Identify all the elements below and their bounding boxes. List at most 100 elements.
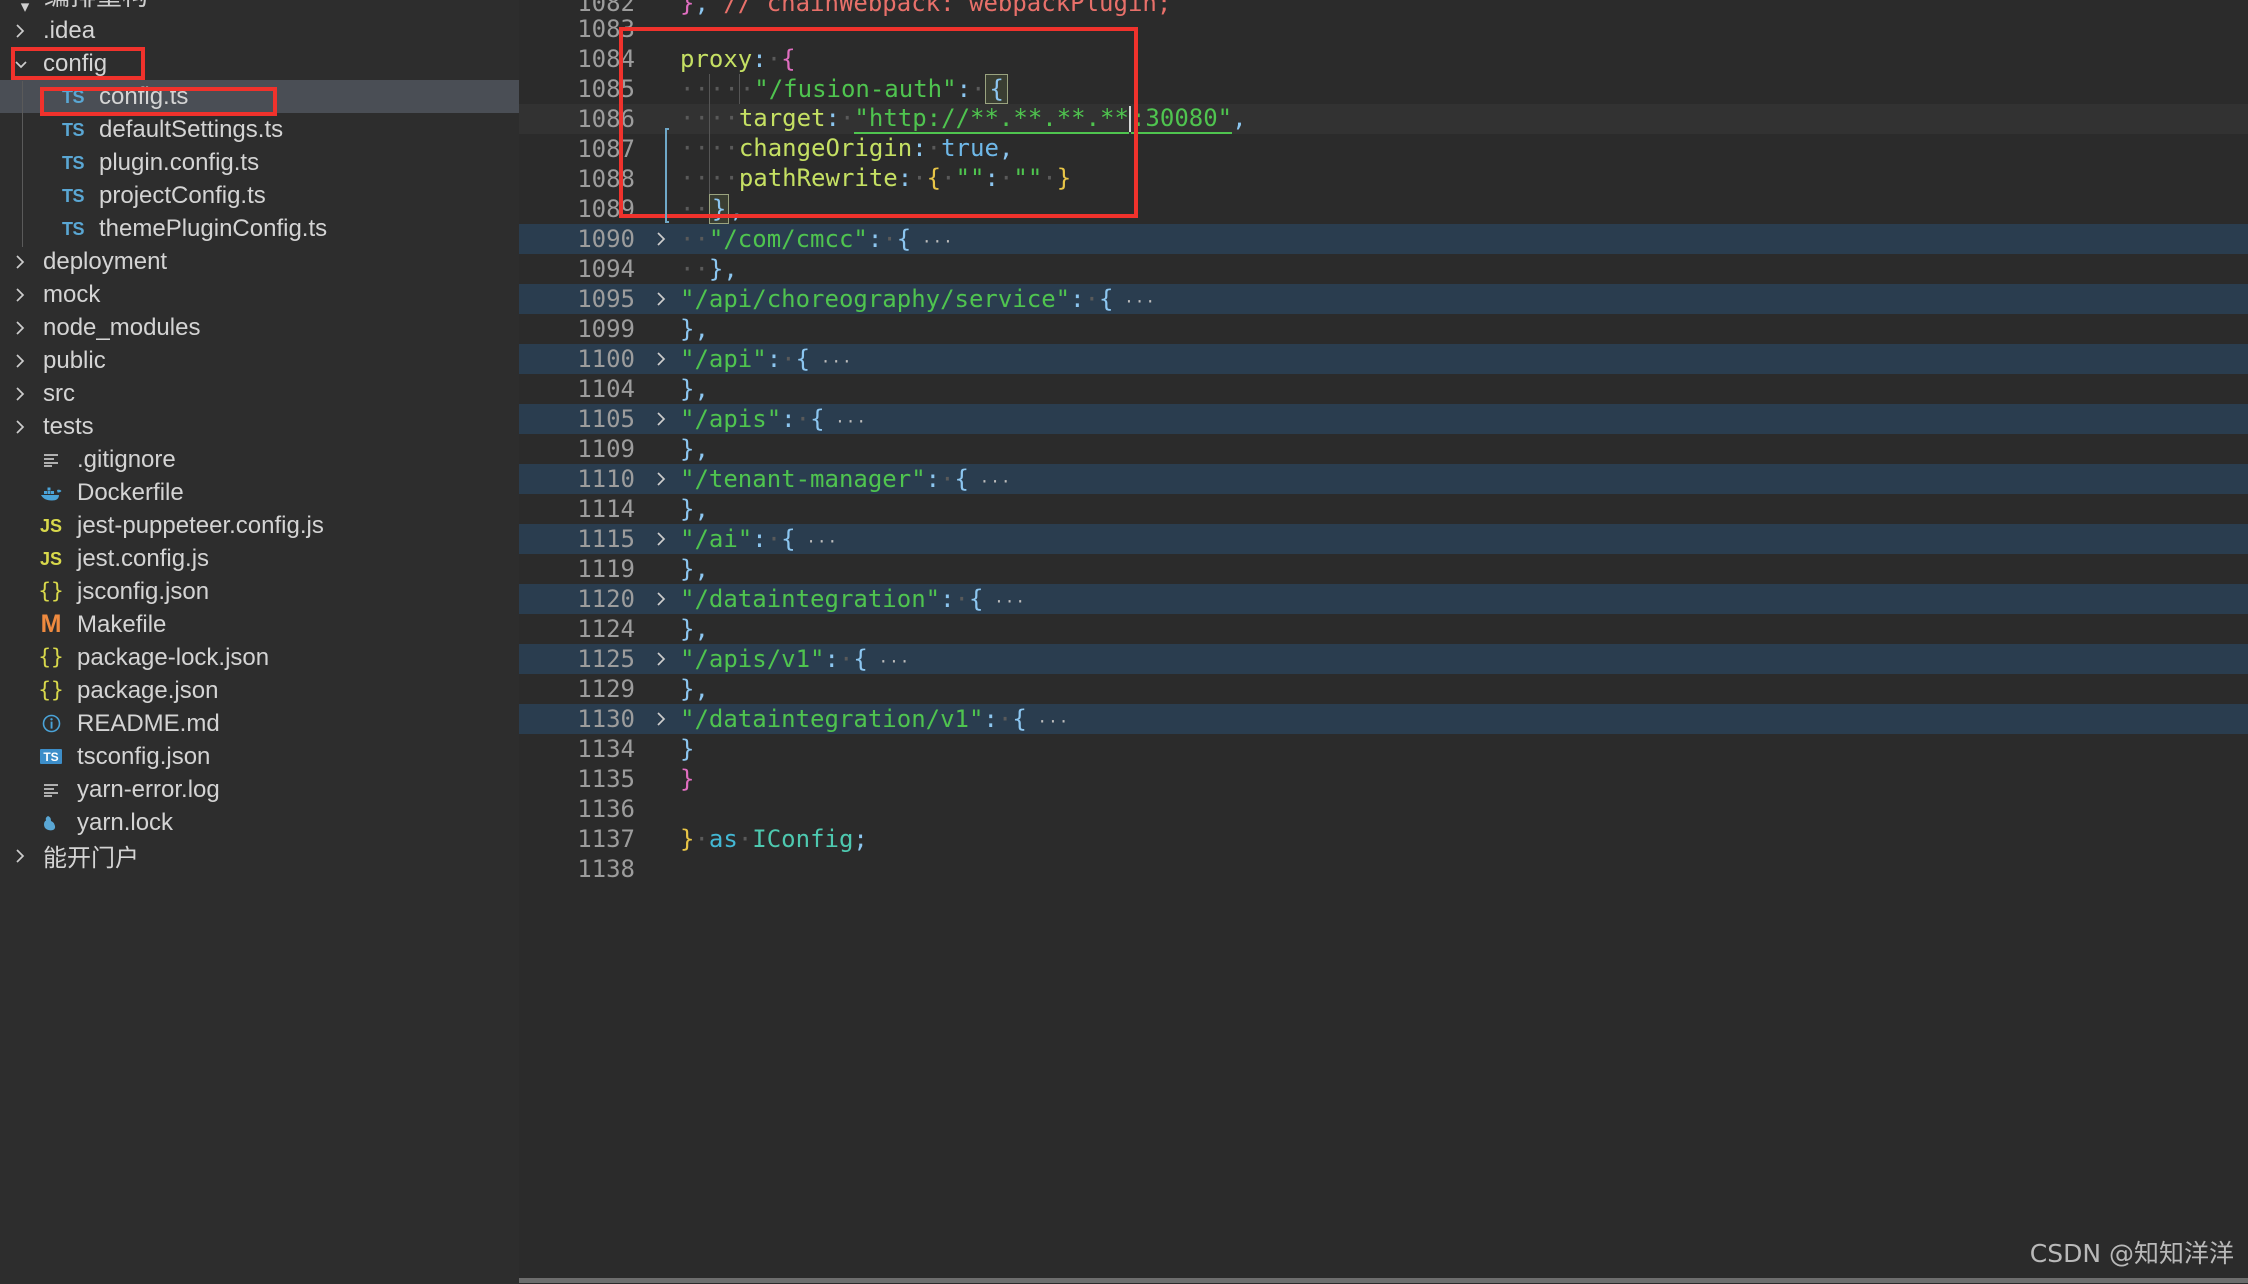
- tree-item-defaultsettings-ts[interactable]: TS defaultSettings.ts: [0, 113, 519, 146]
- fold-chevron-right-icon[interactable]: [644, 409, 680, 429]
- chevron-right-icon[interactable]: [8, 846, 34, 866]
- fold-chevron-right-icon[interactable]: [644, 469, 680, 489]
- file-tree: .idea config TS config.ts TS defaultSettings.…: [0, 14, 519, 872]
- tree-item-label: plugin.config.ts: [99, 148, 260, 176]
- code-line-text: "/dataintegration":·{ ···: [680, 585, 1026, 613]
- tree-item-plugin-config-ts[interactable]: TS plugin.config.ts: [0, 146, 519, 179]
- line-number: 1129: [577, 675, 635, 703]
- code-line[interactable]: 1119},: [519, 554, 2248, 584]
- fold-chevron-right-icon[interactable]: [644, 289, 680, 309]
- fold-chevron-right-icon[interactable]: [644, 709, 680, 729]
- fold-chevron-right-icon[interactable]: [644, 349, 680, 369]
- code-line[interactable]: 1129},: [519, 674, 2248, 704]
- code-line[interactable]: 1135}: [519, 764, 2248, 794]
- code-line[interactable]: 1115 "/ai":·{ ···: [519, 524, 2248, 554]
- line-number: 1100: [577, 345, 635, 373]
- tree-item-deployment[interactable]: deployment: [0, 245, 519, 278]
- code-line[interactable]: 1134}: [519, 734, 2248, 764]
- chevron-right-icon[interactable]: [8, 384, 34, 404]
- code-line[interactable]: 1084 proxy:·{: [519, 44, 2248, 74]
- code-editor[interactable]: 1082}, // chainWebpack: webpackPlugin; 10…: [519, 0, 2248, 1284]
- code-line[interactable]: 1105 "/apis":·{ ···: [519, 404, 2248, 434]
- code-line-text: },: [680, 435, 709, 463]
- tree-item-label: projectConfig.ts: [99, 181, 266, 209]
- mk-file-icon: M: [40, 610, 62, 638]
- ts-file-icon: TS: [61, 152, 85, 173]
- code-line[interactable]: 1090 ··"/com/cmcc":·{ ···: [519, 224, 2248, 254]
- tree-item-jest-puppeteer-config-js[interactable]: JS jest-puppeteer.config.js: [0, 509, 519, 542]
- tree-item--idea[interactable]: .idea: [0, 14, 519, 47]
- tree-item-projectconfig-ts[interactable]: TS projectConfig.ts: [0, 179, 519, 212]
- code-line[interactable]: 1088 ····pathRewrite:·{·"":·""·}: [519, 164, 2248, 194]
- code-line[interactable]: 1086 ····target:·"http://**.**.**.**:3008…: [519, 104, 2248, 134]
- code-line[interactable]: 1130 "/dataintegration/v1":·{ ···: [519, 704, 2248, 734]
- line-number: 1135: [577, 765, 635, 793]
- tree-item-label: 能开门户: [43, 845, 139, 872]
- tree-item-tests[interactable]: tests: [0, 410, 519, 443]
- tree-item--gitignore[interactable]: .gitignore: [0, 443, 519, 476]
- tree-item--[interactable]: 能开门户: [0, 839, 519, 872]
- code-line-text: },: [680, 375, 709, 403]
- code-line[interactable]: 1085 ·····"/fusion-auth":·{: [519, 74, 2248, 104]
- tree-item-package-lock-json[interactable]: {} package-lock.json: [0, 641, 519, 674]
- code-line[interactable]: 1089 ··},: [519, 194, 2248, 224]
- code-line[interactable]: 1095 "/api/choreography/service":·{ ···: [519, 284, 2248, 314]
- fold-chevron-right-icon[interactable]: [644, 649, 680, 669]
- tree-item-config-ts[interactable]: TS config.ts: [0, 80, 519, 113]
- horizontal-scrollbar[interactable]: [519, 1277, 2248, 1284]
- tree-item-tsconfig-json[interactable]: TS tsconfig.json: [0, 740, 519, 773]
- code-line[interactable]: 1104},: [519, 374, 2248, 404]
- chevron-down-icon[interactable]: ▾: [8, 0, 42, 14]
- chevron-down-icon[interactable]: [8, 54, 34, 74]
- code-line[interactable]: 1083: [519, 14, 2248, 44]
- tree-item-readme-md[interactable]: README.md: [0, 707, 519, 740]
- code-line[interactable]: 1114},: [519, 494, 2248, 524]
- tree-item-yarn-lock[interactable]: yarn.lock: [0, 806, 519, 839]
- tree-item-src[interactable]: src: [0, 377, 519, 410]
- tree-item-yarn-error-log[interactable]: yarn-error.log: [0, 773, 519, 806]
- code-line[interactable]: 1138: [519, 854, 2248, 884]
- fold-chevron-right-icon[interactable]: [644, 589, 680, 609]
- tree-item-jest-config-js[interactable]: JS jest.config.js: [0, 542, 519, 575]
- tree-item-config[interactable]: config: [0, 47, 519, 80]
- tree-item-package-json[interactable]: {} package.json: [0, 674, 519, 707]
- code-line[interactable]: 1094 ··},: [519, 254, 2248, 284]
- line-number: 1086: [577, 105, 635, 133]
- code-line-text: }·as·IConfig;: [680, 825, 868, 853]
- tree-item-public[interactable]: public: [0, 344, 519, 377]
- code-line-text: "/api/choreography/service":·{ ···: [680, 285, 1157, 313]
- fold-chevron-right-icon[interactable]: [644, 229, 680, 249]
- tree-item-makefile[interactable]: M Makefile: [0, 608, 519, 641]
- tree-item-jsconfig-json[interactable]: {} jsconfig.json: [0, 575, 519, 608]
- code-line[interactable]: 1099},: [519, 314, 2248, 344]
- tree-item-mock[interactable]: mock: [0, 278, 519, 311]
- code-line[interactable]: 1136: [519, 794, 2248, 824]
- code-line[interactable]: 1109},: [519, 434, 2248, 464]
- code-line[interactable]: 1124},: [519, 614, 2248, 644]
- chevron-right-icon[interactable]: [8, 351, 34, 371]
- code-line[interactable]: 1100 "/api":·{ ···: [519, 344, 2248, 374]
- fold-chevron-right-icon[interactable]: [644, 529, 680, 549]
- chevron-right-icon[interactable]: [8, 285, 34, 305]
- code-line[interactable]: 1087 ····changeOrigin:·true,: [519, 134, 2248, 164]
- chevron-right-icon[interactable]: [8, 252, 34, 272]
- chevron-right-icon[interactable]: [8, 21, 34, 41]
- tree-item-dockerfile[interactable]: Dockerfile: [0, 476, 519, 509]
- explorer-root-folder[interactable]: ▾ 编排重构: [0, 0, 519, 14]
- code-line[interactable]: 1082}, // chainWebpack: webpackPlugin;: [519, 0, 2248, 17]
- code-line[interactable]: 1137}·as·IConfig;: [519, 824, 2248, 854]
- line-number: 1089: [577, 195, 635, 223]
- tree-item-label: jest.config.js: [77, 544, 210, 572]
- code-line[interactable]: 1125 "/apis/v1":·{ ···: [519, 644, 2248, 674]
- tree-item-label: README.md: [77, 709, 220, 737]
- chevron-right-icon[interactable]: [8, 318, 34, 338]
- code-line[interactable]: 1110 "/tenant-manager":·{ ···: [519, 464, 2248, 494]
- tree-item-themepluginconfig-ts[interactable]: TS themePluginConfig.ts: [0, 212, 519, 245]
- ts-file-icon: TS: [61, 218, 85, 239]
- code-line[interactable]: 1120 "/dataintegration":·{ ···: [519, 584, 2248, 614]
- tree-item-node-modules[interactable]: node_modules: [0, 311, 519, 344]
- scrollbar-thumb[interactable]: [519, 1278, 2248, 1283]
- chevron-right-icon[interactable]: [8, 417, 34, 437]
- line-number: 1110: [577, 465, 635, 493]
- tree-item-label: .gitignore: [77, 445, 176, 473]
